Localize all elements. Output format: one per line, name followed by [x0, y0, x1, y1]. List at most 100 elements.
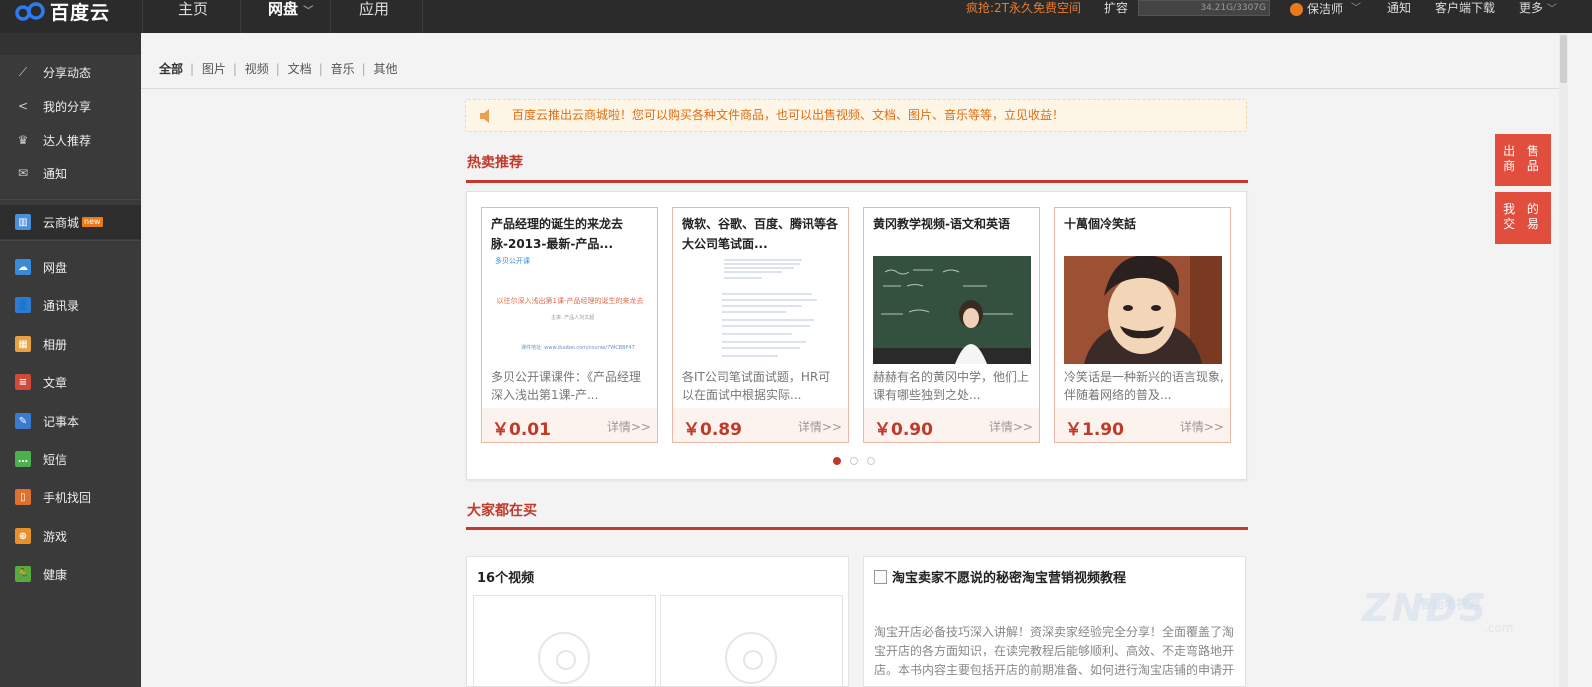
sidebar-item-netdisk[interactable]: ☁ 网盘	[0, 250, 141, 284]
thumb-headline: 以往尔深入浅出第1课-产品经理的诞生的来龙去	[496, 297, 644, 305]
product-title[interactable]: 十萬個冷笑話	[1064, 214, 1224, 254]
mail-icon: ✉	[17, 166, 29, 180]
product-description: 赫赫有名的黄冈中学，他们上课有哪些独到之处...	[873, 370, 1030, 402]
product-card[interactable]: 黄冈教学视频-语文和英语 赫赫有名的黄冈中学，他们上课有哪些独到之处... ￥0…	[863, 207, 1040, 443]
sidebar-item-game[interactable]: ⊕ 游戏	[0, 519, 141, 553]
sidebar-item-phone-find[interactable]: ▯ 手机找回	[0, 480, 141, 514]
sidebar-item-my-share[interactable]: < 我的分享	[0, 89, 141, 123]
filter-images[interactable]: 图片	[202, 62, 226, 76]
product-footer: ￥1.90 详情>>	[1055, 408, 1230, 442]
sidebar-item-sms[interactable]: … 短信	[0, 442, 141, 476]
nav-separator	[142, 0, 143, 33]
product-thumbnail[interactable]: 多贝公开课 以往尔深入浅出第1课-产品经理的诞生的来龙去 主讲: 产品人刘文超 …	[491, 256, 649, 364]
product-details-link[interactable]: 详情>>	[607, 418, 651, 435]
filter-music[interactable]: 音乐	[331, 62, 355, 76]
quota-meter: 34.21G/3307G	[1138, 0, 1270, 16]
product-price: ￥0.89	[683, 420, 742, 440]
thumb-author: 主讲: 产品人刘文超	[551, 315, 595, 321]
sidebar-item-activity[interactable]: ⟋ 分享动态	[0, 55, 141, 89]
carousel-dot[interactable]	[850, 457, 858, 465]
course-title-text: 淘宝卖家不愿说的秘密淘宝营销视频教程	[892, 571, 1127, 586]
user-menu[interactable]: 保洁师 ﹀	[1290, 0, 1361, 18]
user-name: 保洁师	[1307, 2, 1344, 16]
sidebar-item-contacts[interactable]: 👤 通讯录	[0, 288, 141, 322]
sidebar-item-store[interactable]: ▥ 云商城 new	[0, 205, 141, 239]
chevron-down-icon: ﹀	[303, 6, 314, 17]
page-scrollbar[interactable]	[1559, 33, 1568, 687]
sidebar-item-label: 游戏	[43, 529, 68, 544]
client-download-link[interactable]: 客户端下载	[1435, 0, 1495, 18]
video-thumbnail[interactable]	[660, 595, 843, 687]
logo[interactable]: 百度云	[14, 0, 110, 24]
nav-separator	[422, 0, 423, 33]
product-title[interactable]: 黄冈教学视频-语文和英语	[873, 214, 1033, 254]
nav-separator	[240, 0, 241, 33]
film-reel-icon	[725, 632, 777, 684]
product-details-link[interactable]: 详情>>	[1180, 418, 1224, 435]
cloud-icon: ☁	[15, 259, 31, 275]
sidebar-item-notepad[interactable]: ✎ 记事本	[0, 404, 141, 438]
product-thumbnail[interactable]	[682, 256, 840, 364]
sell-goods-button[interactable]: 出 售 商 品	[1495, 134, 1551, 186]
product-details-link[interactable]: 详情>>	[798, 418, 842, 435]
my-trades-button[interactable]: 我 的 交 易	[1495, 192, 1551, 244]
more-label: 更多	[1519, 1, 1544, 15]
notepad-icon: ✎	[15, 413, 31, 429]
filter-all[interactable]: 全部	[159, 62, 183, 76]
product-thumbnail[interactable]	[1064, 256, 1222, 364]
video-bundle-title[interactable]: 16个视频	[477, 567, 534, 586]
expand-link[interactable]: 扩容	[1104, 0, 1128, 18]
sidebar-item-health[interactable]: 🏃 健康	[0, 557, 141, 591]
product-card[interactable]: 产品经理的诞生的来龙去脉-2013-最新-产品... 多贝公开课 以往尔深入浅出…	[481, 207, 658, 443]
filter-other[interactable]: 其他	[373, 62, 397, 76]
product-footer: ￥0.89 详情>>	[673, 408, 848, 442]
contacts-icon: 👤	[15, 297, 31, 313]
sidebar-item-label: 健康	[43, 567, 68, 582]
nav-apps[interactable]: 应用	[359, 0, 389, 33]
sidebar-divider	[0, 199, 141, 200]
new-badge: new	[82, 217, 103, 227]
sell-goods-label-2: 商 品	[1503, 159, 1543, 173]
sidebar-item-label: 分享动态	[43, 65, 92, 80]
product-description: 多贝公开课课件：《产品经理深入浅出第1课-产...	[491, 370, 642, 402]
notify-link[interactable]: 通知	[1387, 0, 1411, 18]
health-icon: 🏃	[15, 566, 31, 582]
product-card[interactable]: 十萬個冷笑話 冷笑话是一种新兴的语言现象,伴随着网络的普及... ￥1.90 详…	[1054, 207, 1231, 443]
my-trades-label-1: 我 的	[1503, 202, 1543, 216]
scrollbar-thumb[interactable]	[1560, 35, 1567, 83]
nav-home[interactable]: 主页	[178, 0, 208, 33]
filter-docs[interactable]: 文档	[288, 62, 312, 76]
nav-netdisk-label: 网盘	[268, 0, 299, 18]
product-card[interactable]: 微软、谷歌、百度、腾讯等各大公司笔试面... 各IT公司笔试面试题，HR可以在面…	[672, 207, 849, 443]
watermark-subtitle: 智能电视网	[1420, 597, 1481, 611]
sidebar-item-label: 网盘	[43, 260, 68, 275]
hot-section-rule	[466, 180, 1248, 183]
nav-netdisk[interactable]: 网盘 ﹀	[268, 0, 313, 33]
carousel-dot[interactable]	[867, 457, 875, 465]
thumb-brand: 多贝公开课	[495, 257, 530, 265]
sidebar-item-label: 我的分享	[43, 99, 92, 114]
product-thumbnail[interactable]	[873, 256, 1031, 364]
course-panel[interactable]: 淘宝卖家不愿说的秘密淘宝营销视频教程 淘宝开店必备技巧深入讲解！资深卖家经验完全…	[863, 556, 1246, 687]
sidebar-item-notice[interactable]: ✉ 通知	[0, 156, 141, 190]
sidebar: ⟋ 分享动态 < 我的分享 ♛ 达人推荐 ✉ 通知 ▥ 云商城 new ☁ 网盘…	[0, 33, 141, 687]
sidebar-item-album[interactable]: ▦ 相册	[0, 327, 141, 361]
sidebar-item-recommend[interactable]: ♛ 达人推荐	[0, 123, 141, 157]
store-notice: 百度云推出云商城啦！您可以购买各种文件商品，也可以出售视频、文档、图片、音乐等等…	[465, 99, 1247, 132]
more-menu[interactable]: 更多 ﹀	[1519, 0, 1557, 18]
store-icon: ▥	[15, 214, 31, 230]
video-thumbnail[interactable]	[473, 595, 656, 687]
document-preview-icon	[722, 259, 817, 357]
filter-videos[interactable]: 视频	[245, 62, 269, 76]
sidebar-item-article[interactable]: ≡ 文章	[0, 365, 141, 399]
product-title[interactable]: 微软、谷歌、百度、腾讯等各大公司笔试面...	[682, 214, 842, 254]
video-bundle-panel[interactable]: 16个视频	[466, 556, 849, 687]
product-details-link[interactable]: 详情>>	[989, 418, 1033, 435]
product-title[interactable]: 产品经理的诞生的来龙去脉-2013-最新-产品...	[491, 214, 651, 254]
promo-link[interactable]: 疯抢:2T永久免费空间	[966, 0, 1081, 18]
album-icon: ▦	[15, 336, 31, 352]
chevron-down-icon: ﹀	[1351, 3, 1362, 14]
carousel-dot[interactable]	[833, 457, 841, 465]
filter-separator: |	[318, 62, 323, 76]
course-title[interactable]: 淘宝卖家不愿说的秘密淘宝营销视频教程	[874, 567, 1126, 586]
